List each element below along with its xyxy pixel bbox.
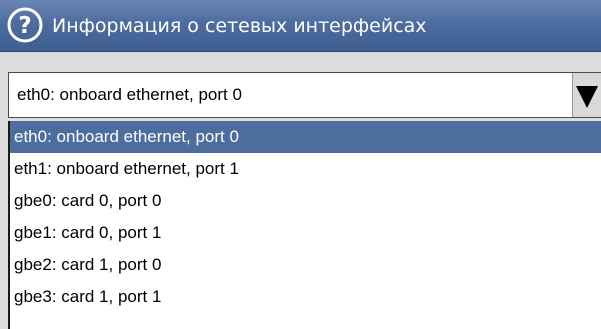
list-item-gbe1[interactable]: gbe1: card 0, port 1 <box>10 217 601 249</box>
list-item-eth0[interactable]: eth0: onboard ethernet, port 0 <box>10 121 601 153</box>
list-item-eth1[interactable]: eth1: onboard ethernet, port 1 <box>10 153 601 185</box>
interface-select-dropdown-button[interactable] <box>572 73 601 117</box>
svg-text:?: ? <box>18 13 31 39</box>
list-item-gbe2[interactable]: gbe2: card 1, port 0 <box>10 249 601 281</box>
list-item-gbe0[interactable]: gbe0: card 0, port 0 <box>10 185 601 217</box>
interface-select[interactable]: eth0: onboard ethernet, port 0 <box>8 72 601 118</box>
dialog-title: Информация о сетевых интерфейсах <box>52 15 427 37</box>
chevron-down-icon <box>576 86 598 108</box>
interface-select-value: eth0: onboard ethernet, port 0 <box>17 85 242 104</box>
help-icon[interactable]: ? <box>7 7 43 43</box>
list-item-gbe3[interactable]: gbe3: card 1, port 1 <box>10 281 601 313</box>
dialog-titlebar: ? Информация о сетевых интерфейсах <box>0 0 601 52</box>
interface-dropdown-list[interactable]: eth0: onboard ethernet, port 0 eth1: onb… <box>8 121 601 329</box>
